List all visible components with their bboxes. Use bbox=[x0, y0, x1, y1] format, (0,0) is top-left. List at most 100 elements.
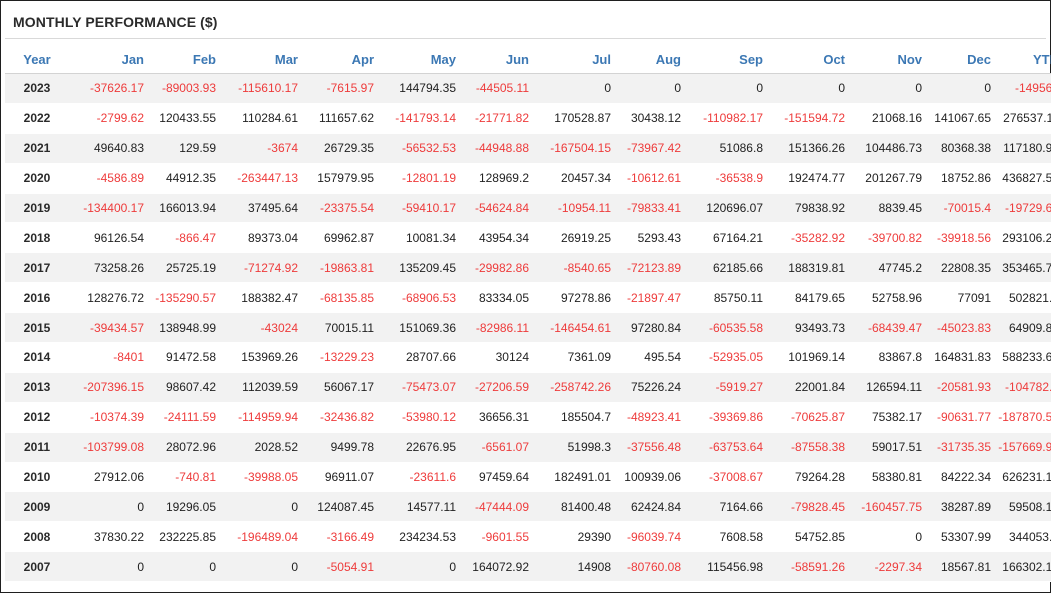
value-cell-oct: 93493.73 bbox=[769, 312, 851, 344]
value-cell-sep: 7164.66 bbox=[687, 491, 769, 523]
value-cell-jul: 97278.86 bbox=[535, 282, 617, 314]
value-cell-feb: -89003.93 bbox=[150, 73, 222, 104]
year-cell: 2013 bbox=[5, 372, 69, 403]
value-cell-jul: 20457.34 bbox=[535, 163, 617, 194]
value-cell-jan: -8401 bbox=[69, 342, 150, 373]
value-cell-may: -141793.14 bbox=[380, 103, 462, 134]
value-cell-feb: 166013.94 bbox=[150, 193, 222, 224]
value-cell-mar: -3674 bbox=[222, 133, 304, 164]
value-cell-nov: 21068.16 bbox=[851, 103, 928, 134]
value-cell-jan: -207396.15 bbox=[69, 372, 150, 403]
year-cell: 2020 bbox=[5, 163, 69, 194]
value-cell-jan: 0 bbox=[69, 551, 150, 583]
column-header-year: Year bbox=[5, 45, 69, 74]
value-cell-mar: -43024 bbox=[222, 312, 304, 344]
value-cell-aug: -37556.48 bbox=[617, 432, 687, 463]
value-cell-jul: 182491.01 bbox=[535, 462, 617, 493]
value-cell-jun: 83334.05 bbox=[462, 282, 535, 314]
value-cell-may: -75473.07 bbox=[380, 372, 462, 403]
value-cell-nov: 52758.96 bbox=[851, 282, 928, 314]
value-cell-aug: 30438.12 bbox=[617, 103, 687, 134]
value-cell-dec: -70015.4 bbox=[928, 193, 997, 224]
value-cell-feb: -740.81 bbox=[150, 462, 222, 493]
value-cell-aug: 495.54 bbox=[617, 342, 687, 373]
value-cell-ytd: 626231.14 bbox=[997, 462, 1051, 493]
column-header-apr: Apr bbox=[304, 45, 380, 74]
value-cell-may: 234234.53 bbox=[380, 521, 462, 553]
value-cell-feb: 120433.55 bbox=[150, 103, 222, 134]
value-cell-oct: 188319.81 bbox=[769, 252, 851, 284]
column-header-nov: Nov bbox=[851, 45, 928, 74]
value-cell-sep: 7608.58 bbox=[687, 521, 769, 553]
value-cell-dec: 80368.38 bbox=[928, 133, 997, 164]
value-cell-jul: -258742.26 bbox=[535, 372, 617, 403]
value-cell-nov: 8839.45 bbox=[851, 193, 928, 224]
value-cell-feb: 44912.35 bbox=[150, 163, 222, 194]
value-cell-aug: -73967.42 bbox=[617, 133, 687, 164]
table-body: 2023 -37626.17 -89003.93 -115610.17 -7615.97… bbox=[5, 73, 1051, 583]
value-cell-aug: -96039.74 bbox=[617, 521, 687, 553]
value-cell-sep: -37008.67 bbox=[687, 462, 769, 493]
year-cell: 2017 bbox=[5, 252, 69, 284]
value-cell-nov: -160457.75 bbox=[851, 491, 928, 523]
value-cell-sep: -110982.17 bbox=[687, 103, 769, 134]
value-cell-oct: 22001.84 bbox=[769, 372, 851, 403]
value-cell-apr: -5054.91 bbox=[304, 551, 380, 583]
column-header-jul: Jul bbox=[535, 45, 617, 74]
value-cell-feb: 98607.42 bbox=[150, 372, 222, 403]
value-cell-sep: -36538.9 bbox=[687, 163, 769, 194]
year-cell: 2015 bbox=[5, 312, 69, 344]
value-cell-may: -23611.6 bbox=[380, 462, 462, 493]
table-row: 2021 49640.83 129.59 -3674 26729.35 -56532.53… bbox=[5, 133, 1051, 164]
value-cell-nov: 126594.11 bbox=[851, 372, 928, 403]
value-cell-oct: 84179.65 bbox=[769, 282, 851, 314]
value-cell-apr: -7615.97 bbox=[304, 73, 380, 104]
value-cell-aug: 62424.84 bbox=[617, 491, 687, 523]
year-cell: 2018 bbox=[5, 222, 69, 254]
value-cell-may: -59410.17 bbox=[380, 193, 462, 224]
value-cell-ytd: 64909.86 bbox=[997, 312, 1051, 344]
value-cell-jan: -37626.17 bbox=[69, 73, 150, 104]
title-divider bbox=[5, 38, 1046, 39]
value-cell-jul: 0 bbox=[535, 73, 617, 104]
value-cell-jan: -10374.39 bbox=[69, 402, 150, 433]
value-cell-dec: -45023.83 bbox=[928, 312, 997, 344]
table-row: 2007 0 0 0 -5054.91 0 164072.92 14908 -80760.08 1… bbox=[5, 551, 1051, 583]
value-cell-may: 14577.11 bbox=[380, 491, 462, 523]
value-cell-jan: -2799.62 bbox=[69, 103, 150, 134]
table-header-row: Year Jan Feb Mar Apr May Jun Jul Aug Sep Oct Nov Dec… bbox=[5, 45, 1051, 74]
value-cell-apr: 124087.45 bbox=[304, 491, 380, 523]
value-cell-jun: -6561.07 bbox=[462, 432, 535, 463]
value-cell-ytd: 293106.25 bbox=[997, 222, 1051, 254]
year-cell: 2021 bbox=[5, 133, 69, 164]
value-cell-jan: -134400.17 bbox=[69, 193, 150, 224]
value-cell-jun: -47444.09 bbox=[462, 491, 535, 523]
value-cell-feb: -24111.59 bbox=[150, 402, 222, 433]
value-cell-jul: 14908 bbox=[535, 551, 617, 583]
value-cell-jul: 26919.25 bbox=[535, 222, 617, 254]
value-cell-mar: 0 bbox=[222, 551, 304, 583]
table-row: 2009 0 19296.05 0 124087.45 14577.11 -47444.09… bbox=[5, 491, 1051, 523]
year-cell: 2008 bbox=[5, 521, 69, 553]
year-cell: 2023 bbox=[5, 73, 69, 104]
value-cell-mar: -71274.92 bbox=[222, 252, 304, 284]
value-cell-oct: 79264.28 bbox=[769, 462, 851, 493]
value-cell-nov: 75382.17 bbox=[851, 402, 928, 433]
value-cell-sep: -52935.05 bbox=[687, 342, 769, 373]
value-cell-apr: -3166.49 bbox=[304, 521, 380, 553]
value-cell-jan: -39434.57 bbox=[69, 312, 150, 344]
value-cell-dec: 53307.99 bbox=[928, 521, 997, 553]
column-header-jan: Jan bbox=[69, 45, 150, 74]
value-cell-ytd: -149567 bbox=[997, 73, 1051, 104]
value-cell-may: -68906.53 bbox=[380, 282, 462, 314]
value-cell-nov: 47745.2 bbox=[851, 252, 928, 284]
value-cell-feb: -866.47 bbox=[150, 222, 222, 254]
table-row: 2023 -37626.17 -89003.93 -115610.17 -7615.97… bbox=[5, 73, 1051, 104]
value-cell-ytd: -187870.59 bbox=[997, 402, 1051, 433]
year-cell: 2009 bbox=[5, 491, 69, 523]
value-cell-apr: -13229.23 bbox=[304, 342, 380, 373]
value-cell-jun: -44505.11 bbox=[462, 73, 535, 104]
value-cell-oct: 54752.85 bbox=[769, 521, 851, 553]
column-header-ytd: YTD bbox=[997, 45, 1051, 74]
value-cell-jan: 27912.06 bbox=[69, 462, 150, 493]
